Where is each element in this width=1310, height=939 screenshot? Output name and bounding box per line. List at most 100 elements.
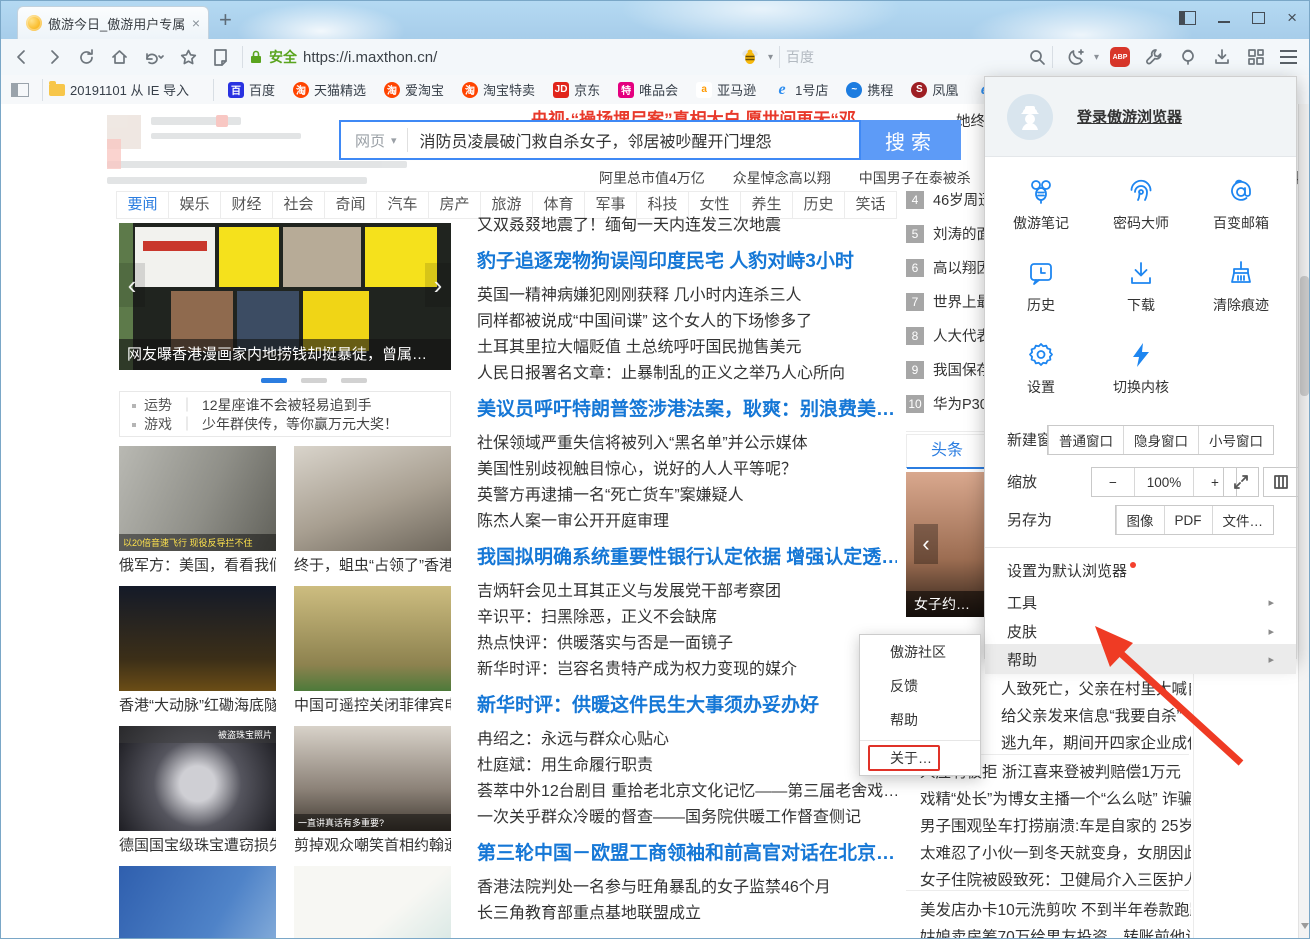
new-window-option-button[interactable]: 普通窗口 [1048,426,1123,454]
headline-item[interactable]: 同样都被说成“中国间谍” 这个女人的下场惨多了 [477,311,897,332]
developer-wrench-icon[interactable] [1144,47,1164,67]
bookmark-item[interactable]: JD 京东 [553,80,600,99]
headline-item[interactable]: 英警方再逮捕一名“死亡货车”案嫌疑人 [477,485,897,506]
minimize-button[interactable] [1218,21,1230,23]
hot-word[interactable]: 众星悼念高以翔 [733,168,831,188]
right-news-item[interactable]: 太难忍了小伙一到冬天就变身，女朋因此和他分手 [920,844,1191,864]
rank-item[interactable]: 7 世界上最 [906,291,993,312]
rank-item[interactable]: 8 人大代表 [906,325,993,346]
avatar[interactable] [1007,94,1053,140]
headline-item[interactable]: 我国拟明确系统重要性银行认定依据 增强认定透… [477,545,897,570]
scrollbar-down-arrow[interactable] [1301,923,1309,929]
news-photo-card[interactable]: 务院台…务办公 [119,866,276,939]
favorites-star-button[interactable] [179,48,198,67]
new-window-option-button[interactable]: 小号窗口 [1198,426,1273,454]
downloads-icon[interactable] [1212,47,1232,67]
search-engine-select[interactable]: 网页 [355,130,385,151]
menu-item-downloads[interactable]: 下载 [1091,247,1191,325]
help-item[interactable]: 帮助 ▸ [985,644,1296,674]
toutiao-tab[interactable]: 头条 [907,435,987,469]
address-bar[interactable]: 安全 https://i.maxthon.cn/ [249,47,689,67]
news-photo-card[interactable]: 以20倍音速飞行 现役反导拦不住 俄军方：美国，看看我们的… [119,446,276,578]
submenu-item[interactable]: 帮助 [860,703,980,737]
tab-close-icon[interactable]: × [192,16,200,30]
headline-item[interactable]: 辛识平：扫黑除恶，正义不会缺席 [477,607,897,628]
news-photo-card[interactable]: 中国可遥控关闭菲律宾电网… [294,586,451,718]
headline-item[interactable]: 新华时评：岂容名贵特产成为权力变现的媒介 [477,659,897,680]
save-as-option-button[interactable]: PDF [1164,506,1212,534]
carousel-caption[interactable]: 网友曝香港漫画家内地捞钱却挺暴徒，曾属… [119,339,451,370]
right-news-item[interactable]: 给父亲发来信息“我要自杀” [1001,707,1191,727]
news-tab[interactable]: 要闻 [116,192,168,218]
night-dropdown-chevron[interactable]: ▾ [1094,52,1099,63]
toutiao-prev-icon[interactable]: ‹ [914,524,938,564]
bookmark-folder[interactable]: 20191101 从 IE 导入 [49,80,189,99]
bookmark-item[interactable]: a 亚马逊 [696,80,756,99]
search-icon[interactable] [1028,48,1046,66]
refresh-button[interactable] [77,48,96,67]
tools-item[interactable]: 工具 ▸ [985,587,1296,617]
undo-close-button[interactable] [143,48,165,66]
headline-item[interactable]: 社保领域严重失信将被列入“黑名单”并公示媒体 [477,433,897,454]
headline-item[interactable]: 美议员呼吁特朗普签涉港法案，耿爽：别浪费美… [477,397,897,422]
right-news-item[interactable]: 人致死亡，父亲在村里大喊自己杀人 [1001,680,1191,700]
menu-item-password-master[interactable]: 密码大师 [1091,165,1191,243]
new-window-option-button[interactable]: 隐身窗口 [1123,426,1198,454]
headline-item[interactable]: 吉炳轩会见土耳其正义与发展党干部考察团 [477,581,897,602]
night-mode-icon[interactable] [1066,47,1087,67]
menu-item-clear-traces[interactable]: 清除痕迹 [1191,247,1291,325]
rank-item[interactable]: 6 高以翔因 [906,257,993,278]
quick-link-item[interactable]: 运势 ｜ 12星座谁不会被轻易追到手 [132,396,438,415]
home-button[interactable] [110,48,129,67]
bookmark-item[interactable]: 淘 爱淘宝 [384,80,444,99]
bookmark-item[interactable]: ~ 携程 [846,80,893,99]
fullscreen-button[interactable] [1223,467,1259,497]
headline-item[interactable]: 陈杰人案一审公开开庭审理 [477,511,897,532]
set-default-browser-item[interactable]: 设置为默认浏览器 [985,555,1296,585]
headline-item[interactable]: 第三轮中国－欧盟工商领袖和前高官对话在北京… [477,841,897,866]
rank-item[interactable]: 5 刘涛的面 [906,223,993,244]
split-screen-button[interactable] [1263,467,1299,497]
headline-item[interactable]: 冉绍之：永远与群众心贴心 [477,729,897,750]
news-tab[interactable]: 社会 [272,192,324,218]
headline-item[interactable]: 豹子追逐宠物狗误闯印度民宅 人豹对峙3小时 [477,249,897,274]
search-query-text[interactable]: 消防员凌晨破门救自杀女子，邻居被吵醒开门埋怨 [420,128,772,152]
carousel-prev-icon[interactable]: ‹ [119,263,145,307]
news-tab[interactable]: 汽车 [376,192,428,218]
submenu-item[interactable]: 傲游社区 [860,635,980,669]
close-window-button[interactable]: × [1287,9,1297,27]
headline-item[interactable]: 荟萃中外12台剧目 重拾老北京文化记忆——第三届老舍戏… [477,781,897,802]
boss-key-icon[interactable] [1179,11,1196,25]
rank-item[interactable]: 10 华为P30 [906,393,993,414]
bookmark-item[interactable]: S 凤凰 [911,80,958,99]
back-button[interactable] [13,48,31,66]
headline-item[interactable]: 杜庭斌：用生命履行职责 [477,755,897,776]
headline-item[interactable]: 香港法院判处一名参与旺角暴乱的女子监禁46个月 [477,877,897,898]
menu-item-settings[interactable]: 设置 [991,329,1091,407]
headline-item[interactable]: 土耳其里拉大幅贬值 土总统呼吁国民抛售美元 [477,337,897,358]
browser-tab[interactable]: 傲游今日_傲游用户专属的 × [17,6,209,39]
login-link[interactable]: 登录傲游浏览器 [1077,106,1182,127]
maximize-button[interactable] [1252,12,1265,24]
menu-item-magic-mail[interactable]: 百变邮箱 [1191,165,1291,243]
headline-item[interactable]: 美国性别歧视触目惊心，说好的人人平等呢？ [477,459,897,480]
url-text[interactable]: https://i.maxthon.cn/ [303,49,437,66]
rank-item[interactable]: 9 我国保存 [906,359,993,380]
maxthon-bee-icon[interactable] [739,47,761,67]
carousel-next-icon[interactable]: › [425,263,451,307]
quick-link-item[interactable]: 游戏 ｜ 少年群侠传，等你赢万元大奖！ [132,415,438,434]
engine-chevron-icon[interactable]: ▾ [391,134,397,147]
snap-note-button[interactable] [212,48,229,67]
right-news-item[interactable]: 男子围观坠车打捞崩溃:车是自家的 25岁儿子溺亡 [920,817,1191,837]
bookmark-item[interactable]: 淘 淘宝特卖 [462,80,535,99]
bookmark-item[interactable]: 淘 天猫精选 [293,80,366,99]
main-menu-button[interactable] [1280,50,1297,64]
bee-dropdown-chevron[interactable]: ▾ [768,52,773,63]
news-photo-card[interactable] [294,866,451,939]
search-submit-button[interactable]: 搜索 [861,120,961,160]
right-news-item[interactable]: 美发店办卡10元洗剪吹 不到半年卷款跑路 [920,901,1191,921]
bookmark-item[interactable]: e 1号店 [774,80,828,99]
submenu-item[interactable]: 反馈 [860,669,980,703]
right-news-item[interactable]: 女子住院被殴致死：卫健局介入三医护人员被拘 [920,871,1191,891]
about-item-highlighted[interactable]: 关于… [868,745,940,771]
